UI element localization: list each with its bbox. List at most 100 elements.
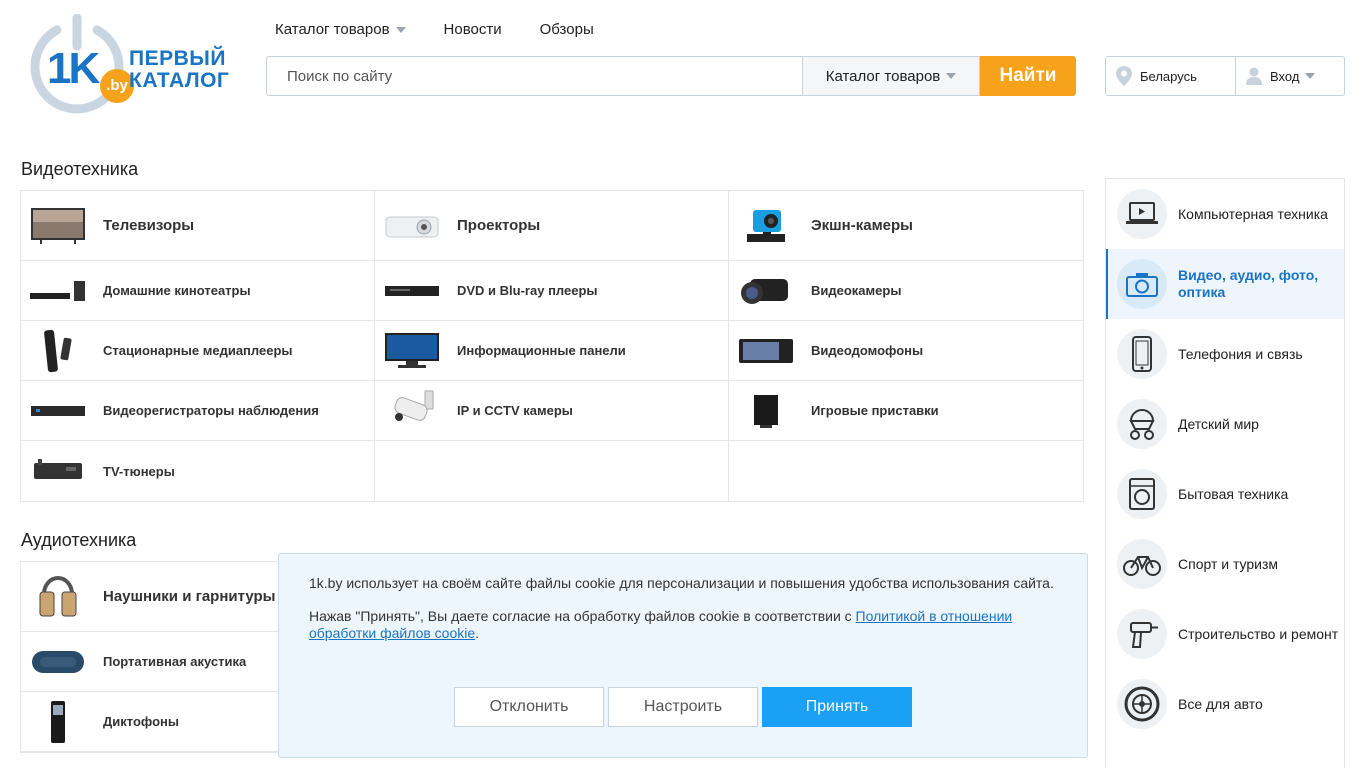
category-label: Домашние кинотеатры <box>103 283 251 298</box>
cookie-buttons: Отклонить Настроить Принять <box>454 687 912 727</box>
sidebar-item-auto[interactable]: Все для авто <box>1106 669 1344 739</box>
top-navigation: Каталог товаров Новости Обзоры <box>275 21 594 38</box>
category-item[interactable]: IP и CCTV камеры <box>375 381 729 441</box>
category-label: Игровые приставки <box>811 403 939 418</box>
camera-icon <box>1117 259 1167 309</box>
chevron-down-icon <box>1305 73 1316 79</box>
section-title-audio: Аудиотехника <box>21 530 137 550</box>
cctv-camera-icon <box>383 389 441 433</box>
sidebar-item-appliances[interactable]: Бытовая техника <box>1106 459 1344 529</box>
sidebar-item-sport[interactable]: Спорт и туризм <box>1106 529 1344 599</box>
cookie-accept-button[interactable]: Принять <box>762 687 912 727</box>
category-label: Портативная акустика <box>103 654 247 669</box>
category-item[interactable]: Информационные панели <box>375 321 729 381</box>
search-category-label: Каталог товаров <box>825 67 941 85</box>
info-panel-icon <box>383 329 441 373</box>
category-label: TV-тюнеры <box>103 463 175 479</box>
drill-icon <box>1117 609 1167 659</box>
wheel-icon <box>1117 679 1167 729</box>
dvr-icon <box>29 389 87 433</box>
cookie-configure-button[interactable]: Настроить <box>608 687 758 727</box>
site-logo[interactable]: 1K .by ПЕРВЫЙ КАТАЛОГ <box>27 14 237 114</box>
category-label: Информационные панели <box>457 343 626 358</box>
search-category-select[interactable]: Каталог товаров <box>802 56 980 96</box>
sidebar-item-phones[interactable]: Телефония и связь <box>1106 319 1344 389</box>
camcorder-icon <box>737 269 795 313</box>
portable-speaker-icon <box>29 640 87 684</box>
projector-icon <box>383 204 441 248</box>
sidebar-item-label: Компьютерная техника <box>1178 205 1328 222</box>
chevron-down-icon <box>395 26 406 33</box>
category-item[interactable]: Экшн-камеры <box>729 191 1083 261</box>
section-title-video: Видеотехника <box>21 159 139 179</box>
sidebar-item-label: Детский мир <box>1178 415 1259 432</box>
sidebar-item-label: Спорт и туризм <box>1178 555 1279 572</box>
logo-line1: ПЕРВЫЙ <box>129 47 226 70</box>
category-item[interactable]: Видеокамеры <box>729 261 1083 321</box>
logo-main-text: 1K <box>47 44 100 93</box>
grid-filler <box>729 441 1083 501</box>
category-sidebar: Компьютерная техника Видео, аудио, фото,… <box>1105 178 1345 768</box>
grid-filler <box>375 441 729 501</box>
category-item[interactable]: Видеорегистраторы наблюдения <box>21 381 375 441</box>
category-label: Видеодомофоны <box>811 343 924 358</box>
category-item[interactable]: DVD и Blu-ray плееры <box>375 261 729 321</box>
location-pin-icon <box>1116 66 1132 86</box>
cookie-reject-button[interactable]: Отклонить <box>454 687 604 727</box>
washing-machine-icon <box>1117 469 1167 519</box>
cookie-text-2-prefix: Нажав "Принять", Вы даете согласие на об… <box>309 608 856 624</box>
search-input[interactable] <box>266 56 802 96</box>
sidebar-item-label: Телефония и связь <box>1178 345 1303 362</box>
category-label: Проекторы <box>457 217 541 234</box>
nav-reviews[interactable]: Обзоры <box>540 21 594 38</box>
category-label: Видеокамеры <box>811 283 902 298</box>
category-label: Наушники и гарнитуры <box>103 588 276 605</box>
video-category-grid: Телевизоры Проекторы Экшн-камеры Домашни… <box>20 190 1084 502</box>
login-button[interactable]: Вход <box>1236 57 1344 95</box>
category-item[interactable]: Стационарные медиаплееры <box>21 321 375 381</box>
headphones-icon <box>29 575 87 619</box>
sidebar-item-video-audio[interactable]: Видео, аудио, фото, оптика <box>1106 249 1344 319</box>
category-label: Телевизоры <box>103 217 195 234</box>
category-item[interactable]: Проекторы <box>375 191 729 261</box>
category-label: Стационарные медиаплееры <box>103 343 293 358</box>
category-item[interactable]: Видеодомофоны <box>729 321 1083 381</box>
sidebar-item-kids[interactable]: Детский мир <box>1106 389 1344 459</box>
video-intercom-icon <box>737 329 795 373</box>
category-label: Видеорегистраторы наблюдения <box>103 403 319 418</box>
nav-catalog[interactable]: Каталог товаров <box>275 21 406 38</box>
cookie-text-2-suffix: . <box>475 625 480 641</box>
logo-line2: КАТАЛОГ <box>129 69 230 92</box>
tv-tuner-icon <box>29 449 87 493</box>
region-label: Беларусь <box>1140 68 1197 84</box>
sidebar-item-label: Все для авто <box>1178 695 1263 712</box>
sidebar-item-label: Строительство и ремонт <box>1178 625 1339 642</box>
search-button[interactable]: Найти <box>980 56 1076 96</box>
search-bar: Каталог товаров Найти <box>266 56 1076 96</box>
tv-icon <box>29 204 87 248</box>
category-label: Экшн-камеры <box>811 217 913 234</box>
media-player-icon <box>29 329 87 373</box>
laptop-icon <box>1117 189 1167 239</box>
category-item[interactable]: Телевизоры <box>21 191 375 261</box>
nav-news[interactable]: Новости <box>444 21 502 38</box>
nav-catalog-label: Каталог товаров <box>275 21 390 38</box>
stroller-icon <box>1117 399 1167 449</box>
category-label: IP и CCTV камеры <box>457 403 573 418</box>
category-item[interactable]: TV-тюнеры <box>21 441 375 501</box>
sidebar-item-construction[interactable]: Строительство и ремонт <box>1106 599 1344 669</box>
cookie-consent-dialog: 1k.by использует на своём сайте файлы co… <box>278 553 1088 758</box>
category-item[interactable]: Домашние кинотеатры <box>21 261 375 321</box>
logo-caption: ПЕРВЫЙ КАТАЛОГ <box>129 48 229 92</box>
home-theater-icon <box>29 269 87 313</box>
cookie-text-1: 1k.by использует на своём сайте файлы co… <box>309 575 1054 591</box>
category-label: Диктофоны <box>103 714 179 729</box>
region-selector[interactable]: Беларусь <box>1106 57 1236 95</box>
sidebar-item-label: Бытовая техника <box>1178 485 1289 502</box>
category-item[interactable]: Игровые приставки <box>729 381 1083 441</box>
chevron-down-icon <box>946 73 957 79</box>
voice-recorder-icon <box>29 700 87 744</box>
cookie-text-2: Нажав "Принять", Вы даете согласие на об… <box>309 608 1057 642</box>
category-label: DVD и Blu-ray плееры <box>457 283 598 298</box>
sidebar-item-computers[interactable]: Компьютерная техника <box>1106 179 1344 249</box>
